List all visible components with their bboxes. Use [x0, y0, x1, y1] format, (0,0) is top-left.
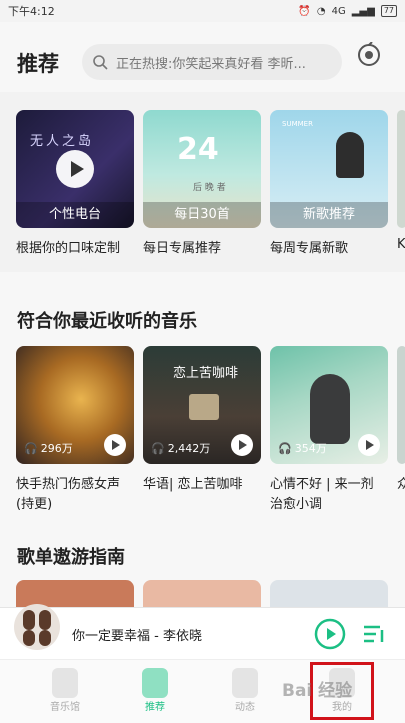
playlist-card[interactable]: 🎧 354万	[270, 346, 388, 464]
header: 推荐 正在热搜:你笑起来真好看 李昕...	[0, 22, 405, 92]
card-partial[interactable]	[397, 110, 405, 228]
guide-card[interactable]	[270, 580, 388, 610]
card-caption: 根据你的口味定制	[16, 241, 121, 256]
mini-player[interactable]: 你一定要幸福 - 李依晓	[0, 604, 405, 659]
album-cover	[14, 604, 60, 650]
playlist-caption: 心情不好 | 来一剂	[270, 477, 374, 492]
card-new-songs[interactable]: SUMMER 新歌推荐	[270, 110, 388, 228]
music-hall-icon	[52, 668, 78, 698]
card-art-text: 24	[177, 132, 219, 167]
recommend-icon	[142, 668, 168, 698]
play-icon[interactable]	[358, 434, 380, 456]
girl-illustration	[310, 374, 350, 444]
signal-icon: ▂▄▆	[351, 5, 375, 17]
card-caption: 每周专属新歌	[270, 241, 349, 256]
artist-photo	[336, 132, 364, 178]
search-placeholder: 正在热搜:你笑起来真好看 李昕...	[116, 56, 306, 72]
tab-label: 推荐	[145, 702, 165, 713]
card-label: 每日30首	[143, 202, 261, 228]
card-art-text: 无人之岛	[30, 134, 95, 149]
headphones-icon: 🎧	[151, 441, 165, 455]
playlist-caption: 华语| 恋上苦咖啡	[143, 477, 243, 492]
headphones-icon: 🎧	[278, 441, 292, 455]
playlist-caption: 众	[397, 477, 405, 492]
record-player	[189, 394, 219, 420]
tab-label: 动态	[235, 702, 255, 713]
playlist-caption-line2: (持更)	[16, 497, 53, 512]
wifi-icon: ◔	[316, 5, 326, 17]
play-icon[interactable]	[231, 434, 253, 456]
playlist-icon[interactable]	[362, 622, 386, 646]
play-icon[interactable]	[104, 434, 126, 456]
tab-feed[interactable]: 动态	[215, 668, 275, 716]
tab-music-hall[interactable]: 音乐馆	[35, 668, 95, 716]
play-count: 🎧 354万	[278, 441, 327, 456]
play-icon[interactable]	[56, 150, 94, 188]
card-caption: K	[397, 237, 405, 252]
playlist-card-partial[interactable]	[397, 346, 405, 464]
playlist-caption: 快手热门伤感女声	[16, 477, 121, 492]
playlist-caption-line2: 治愈小调	[270, 497, 323, 512]
card-daily-30[interactable]: 24 后 晚 者 每日30首	[143, 110, 261, 228]
section-title-guide: 歌单遨游指南	[17, 547, 125, 568]
page-title: 推荐	[17, 52, 59, 76]
status-bar: 下午4:12 ⏰ ◔ 4G ▂▄▆ 77	[0, 0, 405, 22]
feed-icon	[232, 668, 258, 698]
play-count: 🎧 296万	[24, 441, 73, 456]
card-label: 新歌推荐	[270, 202, 388, 228]
search-icon	[93, 55, 108, 70]
playlist-card[interactable]: 🎧 296万	[16, 346, 134, 464]
card-art-text: 恋上苦咖啡	[173, 366, 239, 381]
song-recognition-icon[interactable]	[356, 42, 382, 68]
play-pause-button[interactable]	[314, 618, 346, 650]
watermark: Bai 经验	[282, 681, 353, 701]
now-playing-title: 你一定要幸福 - 李依晓	[72, 629, 202, 644]
tab-label: 音乐馆	[50, 702, 80, 713]
playlist-card[interactable]: 恋上苦咖啡 🎧 2,442万	[143, 346, 261, 464]
card-personal-radio[interactable]: 无人之岛 个性电台	[16, 110, 134, 228]
search-input[interactable]: 正在热搜:你笑起来真好看 李昕...	[82, 44, 342, 80]
network-label: 4G	[331, 5, 346, 17]
quick-entry-section: 无人之岛 个性电台 24 后 晚 者 每日30首 SUMMER 新歌推荐 根据你…	[0, 92, 405, 272]
section-title-recent: 符合你最近收听的音乐	[17, 311, 197, 332]
status-time: 下午4:12	[8, 5, 55, 18]
card-caption: 每日专属推荐	[143, 241, 222, 256]
play-count: 🎧 2,442万	[151, 441, 211, 456]
guide-card[interactable]	[143, 580, 261, 610]
card-art-sub: 后 晚 者	[193, 183, 226, 193]
headphones-icon: 🎧	[24, 441, 38, 455]
card-art-text: SUMMER	[282, 120, 313, 128]
battery-level: 77	[380, 5, 397, 17]
tab-recommend[interactable]: 推荐	[125, 668, 185, 716]
alarm-icon: ⏰	[298, 5, 311, 17]
status-icons: ⏰ ◔ 4G ▂▄▆ 77	[298, 5, 397, 17]
card-label: 个性电台	[16, 202, 134, 228]
